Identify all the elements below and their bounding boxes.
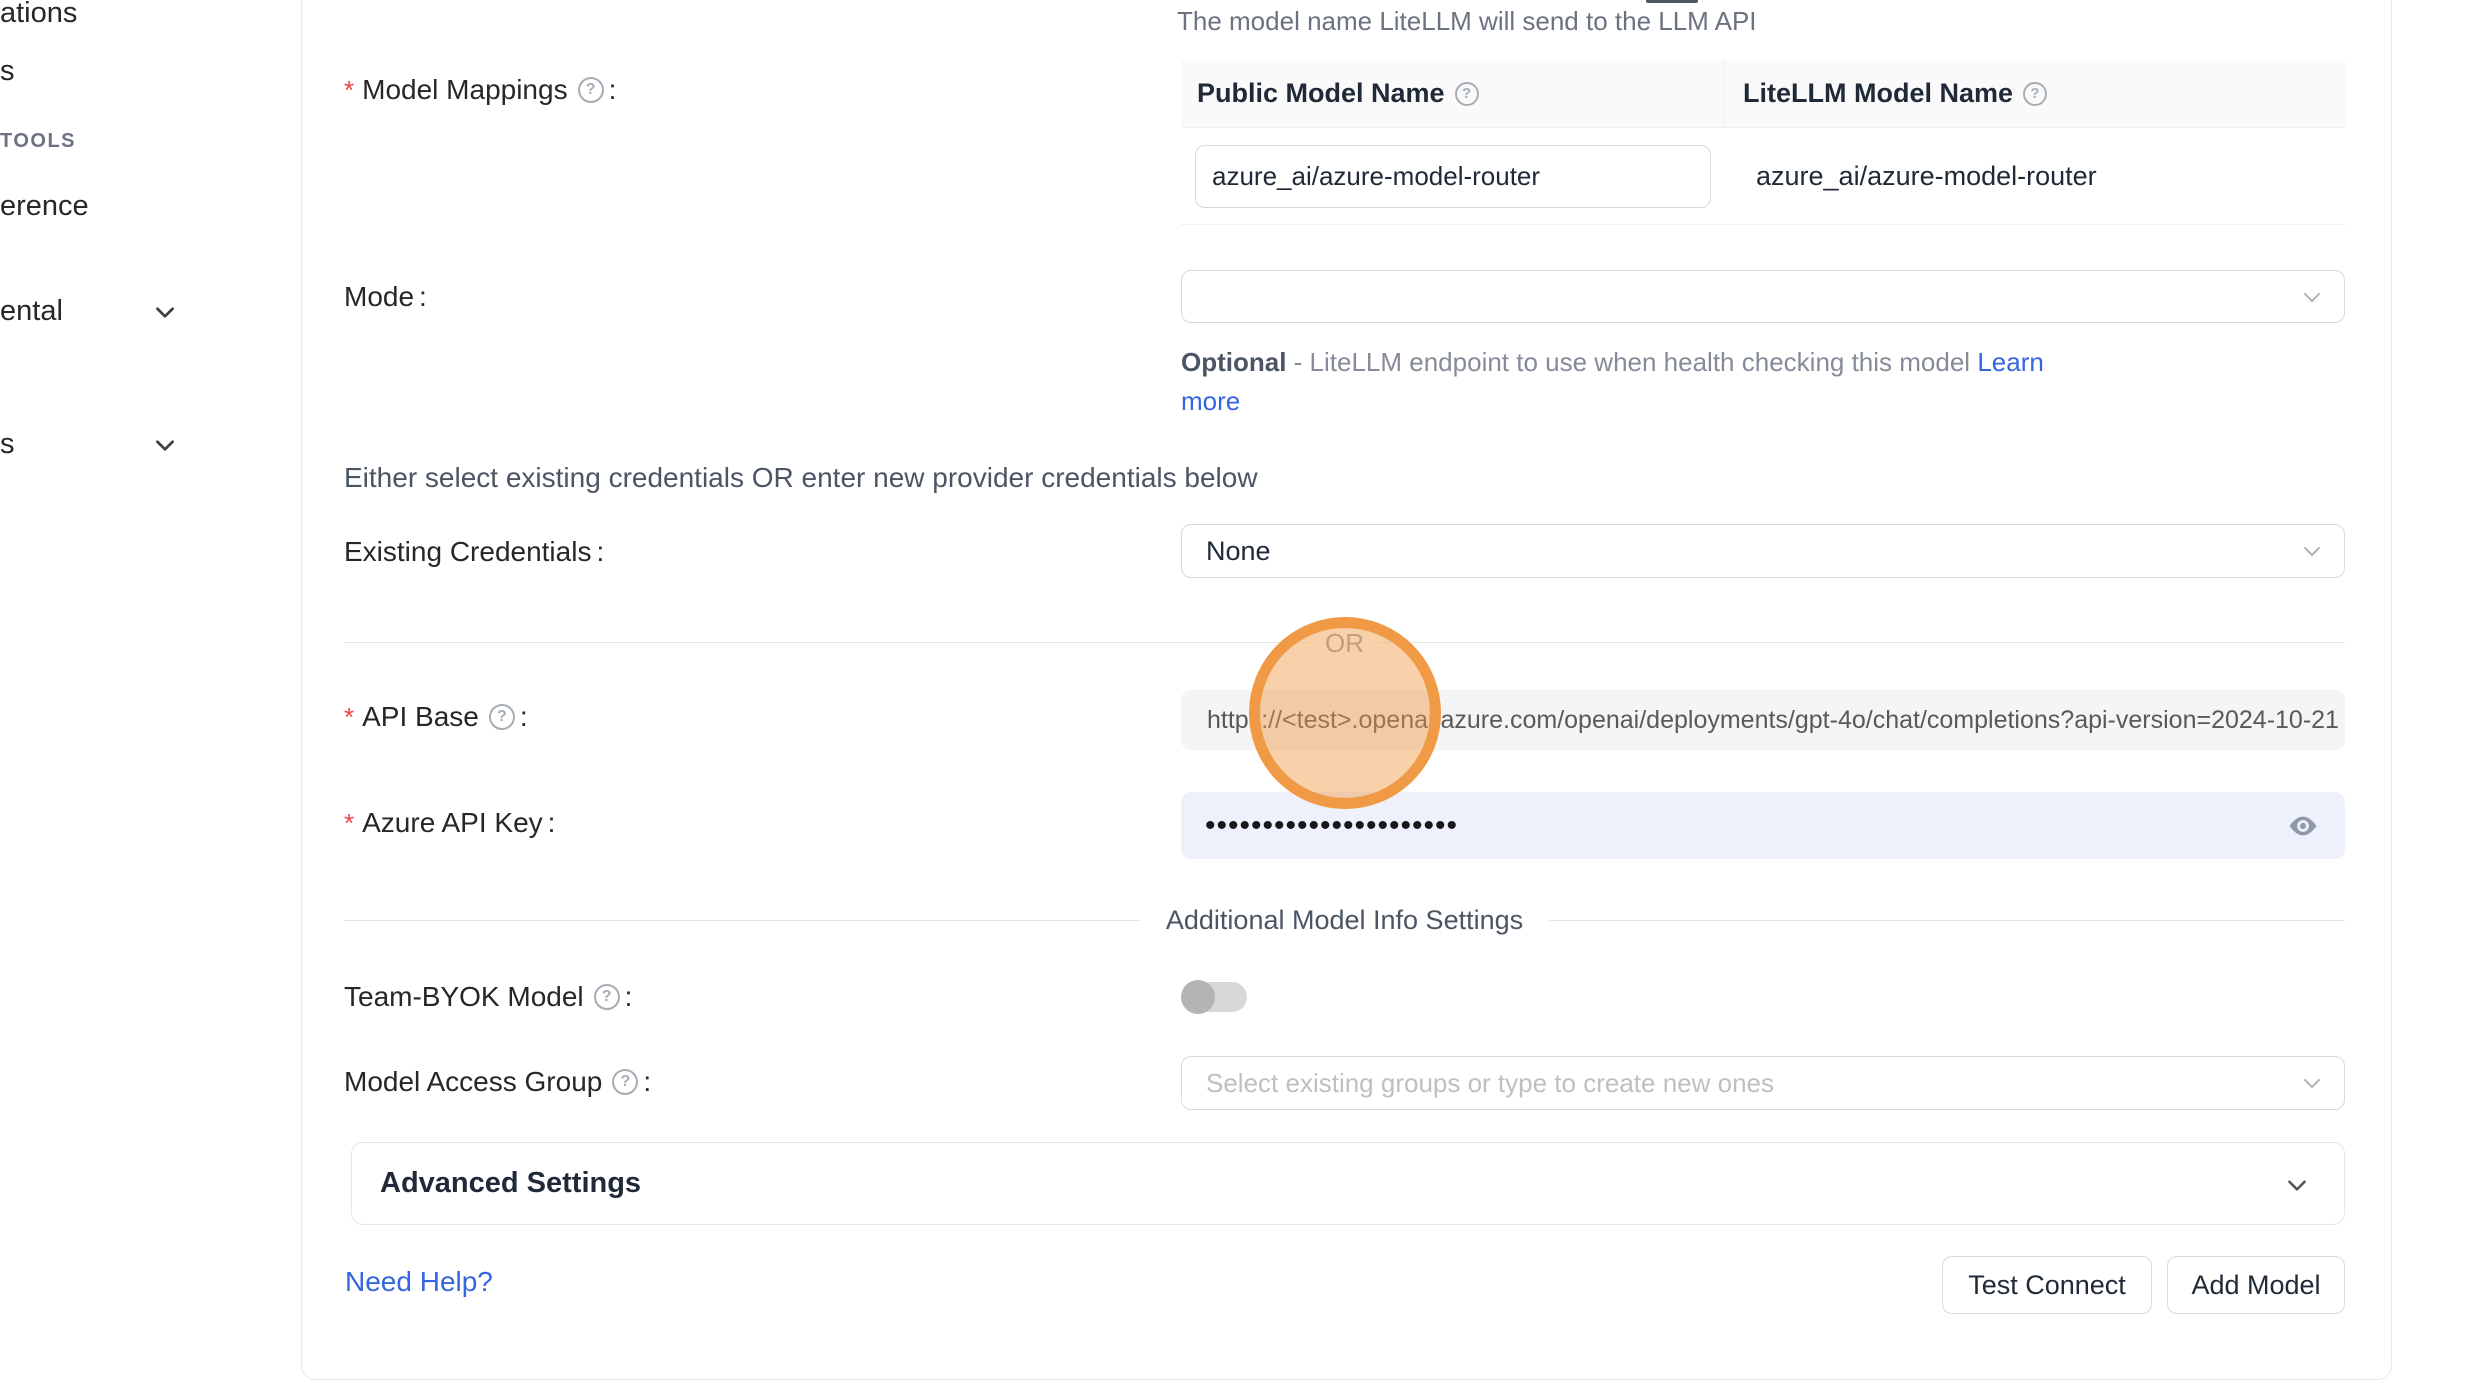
question-circle-icon[interactable]: ? [612, 1069, 638, 1095]
existing-credentials-label: Existing Credentials : [344, 536, 604, 568]
table-header: Public Model Name ? LiteLLM Model Name ? [1181, 60, 2345, 128]
need-help-link[interactable]: Need Help? [345, 1266, 493, 1298]
required-mark: * [344, 701, 354, 733]
model-access-group-label: Model Access Group ? : [344, 1066, 651, 1098]
team-byok-label: Team-BYOK Model ? : [344, 981, 632, 1013]
team-byok-toggle[interactable] [1182, 982, 1247, 1012]
chevron-down-icon [2284, 1172, 2308, 1196]
question-circle-icon[interactable]: ? [1455, 82, 1479, 106]
mode-select[interactable] [1181, 270, 2345, 323]
select-placeholder: Select existing groups or type to create… [1206, 1068, 1774, 1099]
question-circle-icon[interactable]: ? [2023, 82, 2047, 106]
model-mappings-label: * Model Mappings ? : [344, 74, 616, 106]
question-circle-icon[interactable]: ? [594, 984, 620, 1010]
click-highlight-circle [1249, 617, 1441, 809]
masked-api-key: •••••••••••••••••••••• [1205, 811, 1458, 841]
model-name-hint: The model name LiteLLM will send to the … [1177, 6, 1757, 37]
chevron-down-icon[interactable] [152, 299, 178, 325]
existing-credentials-select[interactable]: None [1181, 524, 2345, 578]
sidebar-section-tools: TOOLS [0, 129, 76, 153]
question-circle-icon[interactable]: ? [578, 77, 604, 103]
chevron-down-icon [2300, 539, 2324, 563]
azure-api-key-label: * Azure API Key : [344, 807, 555, 839]
chevron-down-icon[interactable] [152, 432, 178, 458]
sidebar-item-organizations[interactable]: ations [0, 0, 77, 29]
sidebar-item[interactable]: s [0, 55, 15, 87]
column-header-public-model-name: Public Model Name ? [1181, 60, 1725, 127]
additional-info-divider: Additional Model Info Settings [344, 903, 2345, 937]
litellm-model-name-value: azure_ai/azure-model-router [1756, 161, 2097, 192]
mode-help-text: Optional - LiteLLM endpoint to use when … [1181, 343, 2046, 421]
table-row: azure_ai/azure-model-router azure_ai/azu… [1181, 128, 2345, 225]
chevron-down-icon [2300, 1071, 2324, 1095]
question-circle-icon[interactable]: ? [489, 704, 515, 730]
model-mappings-table: Public Model Name ? LiteLLM Model Name ?… [1181, 60, 2345, 225]
sidebar-item-inference[interactable]: erence [0, 190, 89, 222]
required-mark: * [344, 74, 354, 106]
test-connect-button[interactable]: Test Connect [1942, 1256, 2152, 1314]
sidebar-item-settings[interactable]: s [0, 428, 15, 460]
required-mark: * [344, 807, 354, 839]
api-base-label: * API Base ? : [344, 701, 528, 733]
sidebar-item-experimental[interactable]: ental [0, 295, 63, 327]
credentials-note: Either select existing credentials OR en… [344, 462, 1258, 494]
eye-icon[interactable] [2287, 810, 2319, 842]
toggle-knob [1181, 980, 1215, 1014]
mode-label: Mode : [344, 281, 427, 313]
add-model-page: ations s TOOLS erence ental s The model … [0, 0, 2477, 1385]
column-header-litellm-model-name: LiteLLM Model Name ? [1725, 60, 2345, 127]
cropped-element-fragment [1646, 0, 1698, 3]
chevron-down-icon [2300, 285, 2324, 309]
model-access-group-select[interactable]: Select existing groups or type to create… [1181, 1056, 2345, 1110]
add-model-button[interactable]: Add Model [2167, 1256, 2345, 1314]
advanced-settings-panel[interactable]: Advanced Settings [351, 1142, 2345, 1225]
public-model-name-input[interactable]: azure_ai/azure-model-router [1195, 145, 1711, 208]
